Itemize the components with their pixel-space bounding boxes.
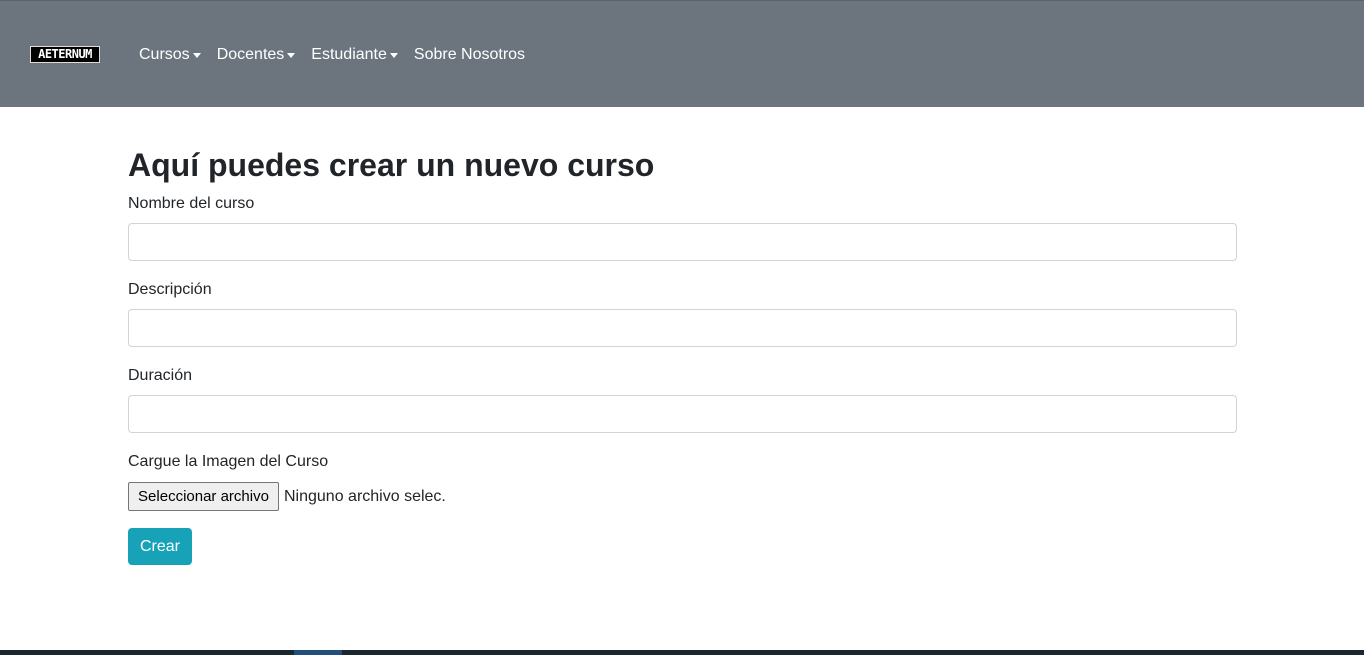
nav-item-label: Cursos <box>139 46 190 63</box>
select-file-button[interactable]: Seleccionar archivo <box>128 482 279 511</box>
nav-item-cursos[interactable]: Cursos <box>139 45 201 65</box>
footer-accent <box>294 650 342 655</box>
nav-item-label: Sobre Nosotros <box>413 46 526 63</box>
course-image-label: Cargue la Imagen del Curso <box>128 453 329 470</box>
description-input[interactable] <box>128 309 1237 347</box>
brand-logo[interactable]: AETERNUM <box>30 46 100 63</box>
nav-item-docentes[interactable]: Docentes <box>217 45 296 65</box>
nav-item-sobre-nosotros[interactable]: Sobre Nosotros <box>414 45 525 65</box>
page-title: Aquí puedes crear un nuevo curso <box>128 147 655 183</box>
course-name-input[interactable] <box>128 223 1237 261</box>
navbar: AETERNUM Cursos Docentes Estudiante Sobr… <box>0 0 1364 107</box>
nav-item-estudiante[interactable]: Estudiante <box>311 45 398 65</box>
nav-item-label: Docentes <box>216 46 285 63</box>
nav-menu: Cursos Docentes Estudiante Sobre Nosotro… <box>139 45 541 65</box>
duration-input[interactable] <box>128 395 1237 433</box>
caret-down-icon <box>192 53 201 58</box>
create-button[interactable]: Crear <box>128 528 192 565</box>
description-label: Descripción <box>128 281 212 298</box>
footer-strip <box>0 650 1364 655</box>
file-status-text: Ninguno archivo selec. <box>284 488 446 505</box>
duration-label: Duración <box>128 367 193 384</box>
caret-down-icon <box>389 53 398 58</box>
caret-down-icon <box>287 53 296 58</box>
nav-item-label: Estudiante <box>311 46 387 63</box>
course-name-label: Nombre del curso <box>128 195 255 212</box>
